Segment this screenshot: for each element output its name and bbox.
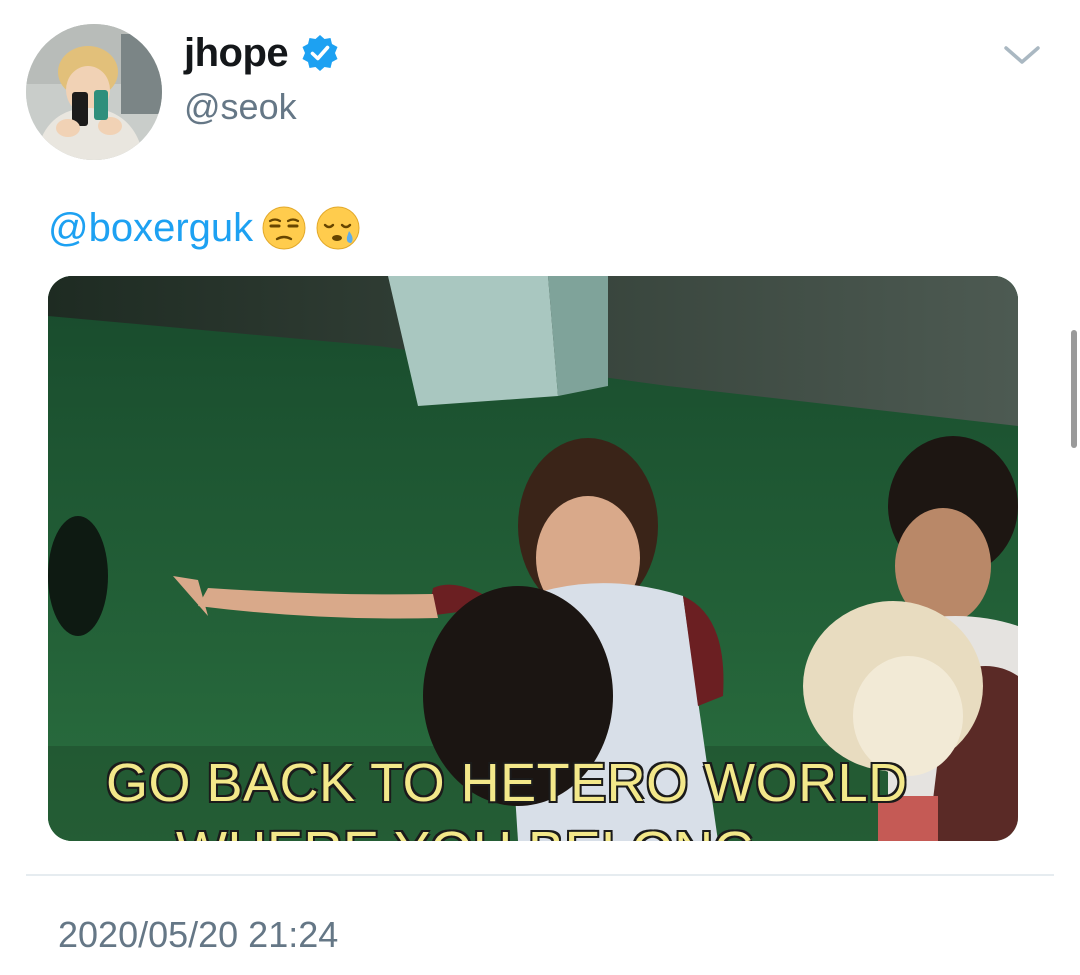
chevron-down-icon[interactable]: [1000, 40, 1044, 70]
display-name-text[interactable]: jhope: [184, 31, 289, 76]
tweet-timestamp[interactable]: 2020/05/20 21:24: [58, 914, 338, 956]
media-caption-line1: GO BACK TO HETERO WORLD: [106, 753, 908, 813]
divider: [26, 874, 1054, 876]
avatar[interactable]: [26, 24, 162, 160]
unamused-face-emoji: [261, 205, 307, 251]
scrollbar[interactable]: [1071, 330, 1077, 448]
mention-link[interactable]: @boxerguk: [48, 206, 253, 251]
verified-badge-icon: [300, 33, 340, 73]
tweet-media[interactable]: GO BACK TO HETERO WORLD WHERE YOU BELONG: [48, 276, 1018, 841]
user-handle[interactable]: @seok: [184, 86, 297, 128]
avatar-photo: [26, 24, 162, 160]
tweet-text: @boxerguk: [48, 200, 361, 256]
sleepy-face-emoji: [315, 205, 361, 251]
media-caption-line2: WHERE YOU BELONG: [176, 820, 756, 841]
display-name[interactable]: jhope: [184, 28, 340, 78]
